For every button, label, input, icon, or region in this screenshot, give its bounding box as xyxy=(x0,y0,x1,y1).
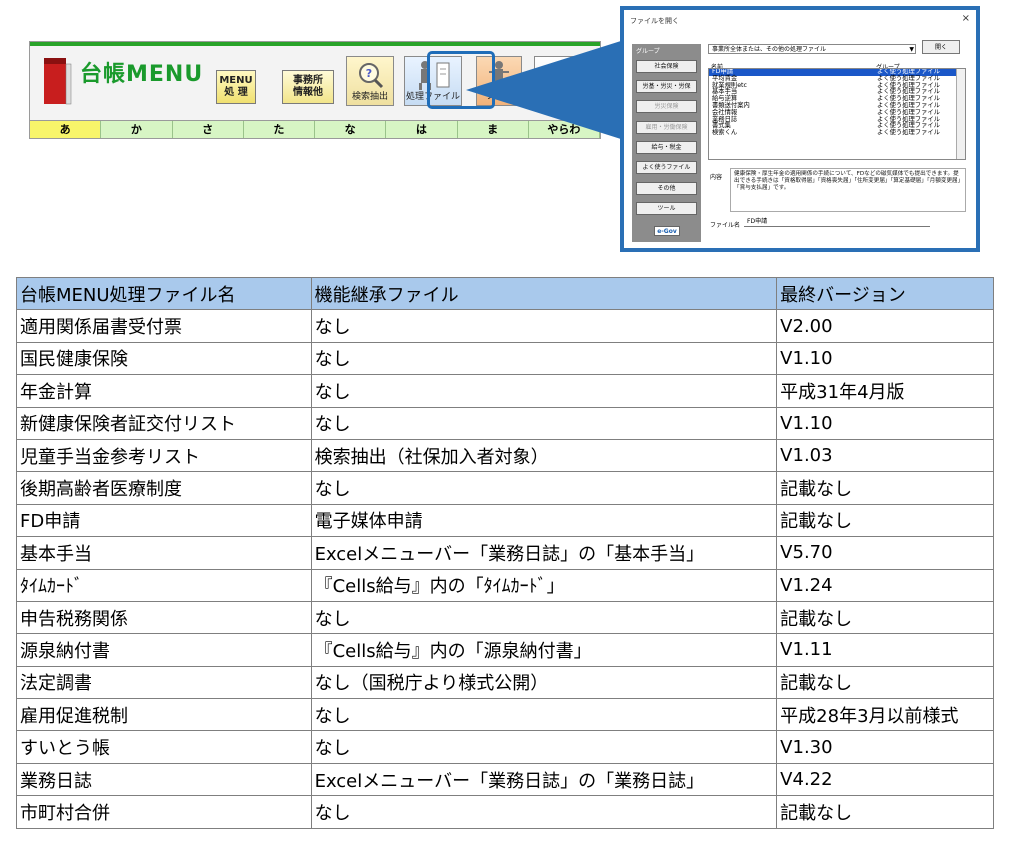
file-name-cell: 市町村合併 xyxy=(16,795,312,829)
table-row: 国民健康保険 なし V1.10 xyxy=(16,341,994,376)
version-cell: V1.10 xyxy=(776,341,994,376)
content-label: 内容 xyxy=(710,174,723,181)
version-cell: V1.10 xyxy=(776,406,994,440)
group-button[interactable]: 労基・労災・労保 xyxy=(636,80,697,93)
file-name-cell: 基本手当 xyxy=(16,536,312,570)
chevron-down-icon[interactable]: ▼ xyxy=(909,45,914,54)
table-row: 源泉納付書 『Cells給与』内の「源泉納付書」 V1.11 xyxy=(16,633,994,667)
list-item[interactable]: 検索くん よく使う処理ファイル xyxy=(709,129,965,137)
inherit-file-cell: なし xyxy=(310,341,778,376)
egov-logo[interactable]: e-Gov xyxy=(654,226,680,236)
inherit-file-cell: なし xyxy=(310,698,778,732)
table-row: 基本手当 Excelメニューバー「業務日誌」の「基本手当」 V5.70 xyxy=(16,536,994,570)
file-category-select[interactable]: 事業所全体または、その他の処理ファイル ▼ xyxy=(708,44,916,54)
table-header-row: 台帳MENU処理ファイル名 機能継承ファイル 最終バージョン xyxy=(16,276,994,311)
table-row: 年金計算 なし 平成31年4月版 xyxy=(16,374,994,408)
version-cell: 平成31年4月版 xyxy=(776,374,994,408)
file-name-cell: 雇用促進税制 xyxy=(16,698,312,732)
file-name-cell: 国民健康保険 xyxy=(16,341,312,376)
file-name-cell: 法定調書 xyxy=(16,665,312,700)
group-button[interactable]: ツール xyxy=(636,202,697,215)
open-button[interactable]: 開く xyxy=(922,40,960,54)
file-name-field[interactable]: FD申請 xyxy=(744,217,930,227)
table-row: 法定調書 なし（国税庁より様式公開） 記載なし xyxy=(16,665,994,700)
close-icon[interactable]: × xyxy=(962,13,970,24)
inherit-file-cell: 検索抽出（社保加入者対象） xyxy=(310,438,778,473)
version-cell: 記載なし xyxy=(776,471,994,505)
group-button[interactable]: 雇用・労働保険 xyxy=(636,121,697,134)
group-button[interactable]: 社会保険 xyxy=(636,60,697,73)
header-inherit-file: 機能継承ファイル xyxy=(310,276,778,311)
table-row: 児童手当金参考リスト 検索抽出（社保加入者対象） V1.03 xyxy=(16,438,994,473)
table-row: 新健康保険者証交付リスト なし V1.10 xyxy=(16,406,994,440)
inherit-file-cell: 電子媒体申請 xyxy=(310,503,778,538)
content-description: 健康保険・厚生年金の適用関係の手続について、FDなどの磁気媒体でも提出できます。… xyxy=(730,168,966,212)
group-label: グループ xyxy=(636,48,660,55)
version-cell: 記載なし xyxy=(776,600,994,635)
version-cell: V4.22 xyxy=(776,762,994,797)
file-name-cell: 適用関係届書受付票 xyxy=(16,309,312,343)
version-cell: V1.11 xyxy=(776,633,994,667)
file-name-cell: 申告税務関係 xyxy=(16,600,312,635)
table-row: 申告税務関係 なし 記載なし xyxy=(16,600,994,635)
inherit-file-cell: Excelメニューバー「業務日誌」の「業務日誌」 xyxy=(310,762,778,797)
inherit-file-cell: なし（国税庁より様式公開） xyxy=(310,665,778,700)
group-button[interactable]: 労災保険 xyxy=(636,100,697,113)
version-cell: 記載なし xyxy=(776,665,994,700)
table-row: 適用関係届書受付票 なし V2.00 xyxy=(16,309,994,343)
file-name-cell: すいとう帳 xyxy=(16,730,312,764)
table-row: 業務日誌 Excelメニューバー「業務日誌」の「業務日誌」 V4.22 xyxy=(16,762,994,797)
open-file-dialog: ファイルを開く × グループ 社会保険労基・労災・労保 労災保険雇用・労働保険 給与… xyxy=(624,10,976,248)
file-name-label: ファイル名 xyxy=(710,222,741,229)
open-file-dialog-frame: ファイルを開く × グループ 社会保険労基・労災・労保 労災保険雇用・労働保険 給与… xyxy=(620,6,980,252)
inherit-file-cell: なし xyxy=(310,309,778,343)
version-cell: V5.70 xyxy=(776,536,994,570)
inherit-file-cell: なし xyxy=(310,600,778,635)
version-cell: V2.00 xyxy=(776,309,994,343)
version-cell: 記載なし xyxy=(776,795,994,829)
inherit-file-cell: なし xyxy=(310,795,778,829)
file-version-table: 台帳MENU処理ファイル名 機能継承ファイル 最終バージョン 適用関係届書受付票… xyxy=(16,276,994,829)
header-last-version: 最終バージョン xyxy=(776,276,994,311)
header-file-name: 台帳MENU処理ファイル名 xyxy=(16,276,312,311)
list-item-group: よく使う処理ファイル xyxy=(877,129,940,137)
group-button[interactable]: その他 xyxy=(636,182,697,195)
table-row: すいとう帳 なし V1.30 xyxy=(16,730,994,764)
version-cell: V1.30 xyxy=(776,730,994,764)
version-cell: 平成28年3月以前様式 xyxy=(776,698,994,732)
dialog-title: ファイルを開く xyxy=(630,17,679,25)
version-cell: V1.03 xyxy=(776,438,994,473)
table-row: 市町村合併 なし 記載なし xyxy=(16,795,994,829)
file-name-cell: FD申請 xyxy=(16,503,312,538)
file-name-cell: 業務日誌 xyxy=(16,762,312,797)
file-name-cell: 新健康保険者証交付リスト xyxy=(16,406,312,440)
list-item-name: 検索くん xyxy=(712,129,738,137)
file-name-cell: 後期高齢者医療制度 xyxy=(16,471,312,505)
inherit-file-cell: Excelメニューバー「業務日誌」の「基本手当」 xyxy=(310,536,778,570)
group-button[interactable]: 給与・税金 xyxy=(636,141,697,154)
table-row: FD申請 電子媒体申請 記載なし xyxy=(16,503,994,538)
table-row: 雇用促進税制 なし 平成28年3月以前様式 xyxy=(16,698,994,732)
list-scrollbar[interactable] xyxy=(956,69,965,159)
inherit-file-cell: 『Cells給与』内の「ﾀｲﾑｶｰﾄﾞ」 xyxy=(310,568,778,602)
version-cell: 記載なし xyxy=(776,503,994,538)
file-name-cell: 源泉納付書 xyxy=(16,633,312,667)
inherit-file-cell: なし xyxy=(310,406,778,440)
table-row: ﾀｲﾑｶｰﾄﾞ 『Cells給与』内の「ﾀｲﾑｶｰﾄﾞ」 V1.24 xyxy=(16,568,994,602)
group-button[interactable]: よく使うファイル xyxy=(636,161,697,174)
file-name-cell: 児童手当金参考リスト xyxy=(16,438,312,473)
table-row: 後期高齢者医療制度 なし 記載なし xyxy=(16,471,994,505)
inherit-file-cell: なし xyxy=(310,374,778,408)
inherit-file-cell: なし xyxy=(310,471,778,505)
version-cell: V1.24 xyxy=(776,568,994,602)
inherit-file-cell: 『Cells給与』内の「源泉納付書」 xyxy=(310,633,778,667)
file-list[interactable]: FD申請 よく使う処理ファイル 平均賃金 よく使う処理ファイル 就業規則etc よく使う処… xyxy=(708,68,966,160)
file-category-value: 事業所全体または、その他の処理ファイル xyxy=(712,46,827,53)
file-name-cell: ﾀｲﾑｶｰﾄﾞ xyxy=(16,568,312,602)
inherit-file-cell: なし xyxy=(310,730,778,764)
file-name-cell: 年金計算 xyxy=(16,374,312,408)
